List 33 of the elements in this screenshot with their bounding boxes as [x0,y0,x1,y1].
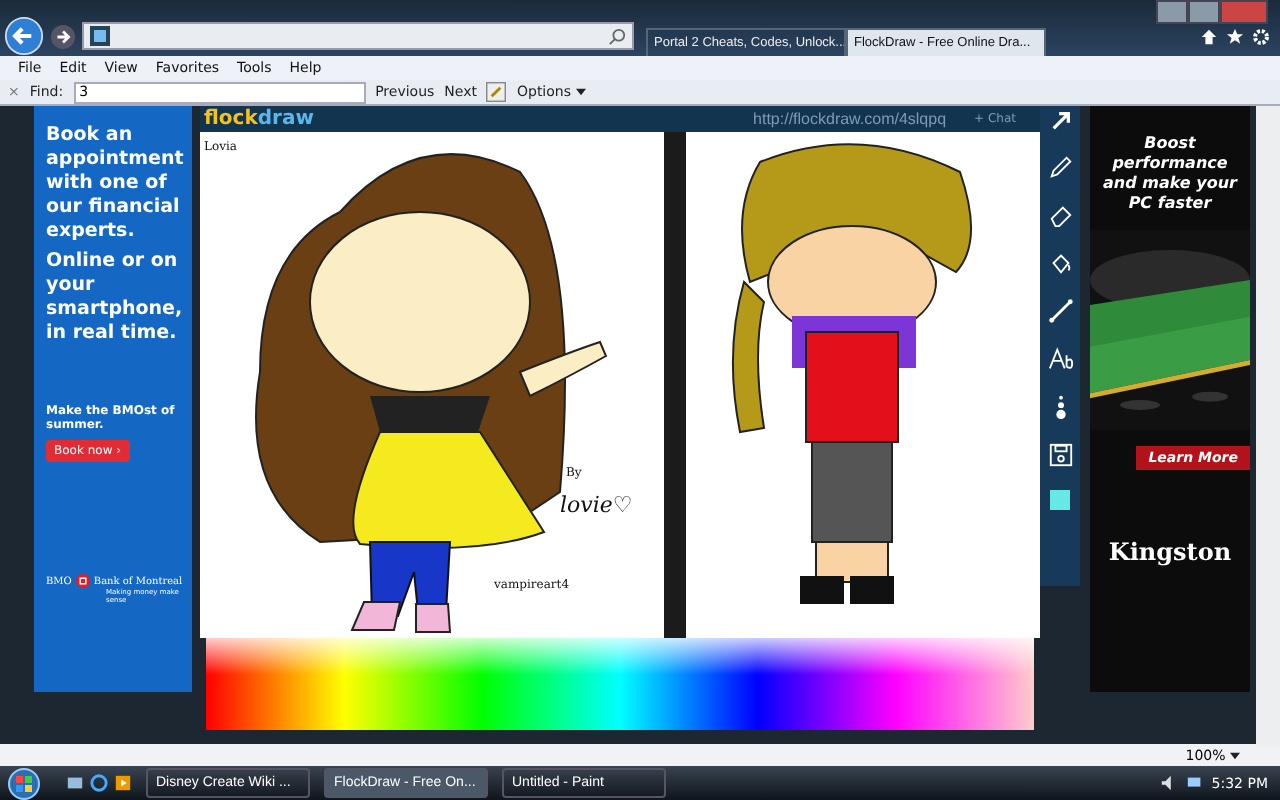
address-field[interactable] [82,22,634,50]
bank-emblem-icon [75,574,90,588]
caret-icon [575,88,586,96]
forward-icon[interactable] [50,23,76,49]
signature-text: lovie♡ [560,492,633,518]
ad-headline: Boost performance and make your PC faster [1101,132,1240,214]
line-icon[interactable] [1047,298,1073,324]
site-icon [90,26,110,46]
pencil-icon[interactable] [1047,154,1073,180]
search-icon[interactable] [608,27,626,45]
color-palette[interactable] [206,638,1034,730]
highlight-icon[interactable] [486,82,507,102]
media-icon[interactable] [114,774,132,792]
eraser-icon[interactable] [1047,202,1073,228]
current-color-swatch[interactable] [1050,490,1070,510]
settings-icon[interactable] [1252,27,1270,45]
network-icon[interactable] [1185,774,1204,792]
expand-icon[interactable] [1049,110,1071,132]
scrollbar[interactable] [1256,106,1280,746]
desktop-icon[interactable] [66,774,84,792]
bucket-icon[interactable] [1047,250,1073,276]
save-icon[interactable] [1047,442,1073,468]
room-url: http://flockdraw.com/4slqpq [753,110,947,128]
caret-icon [1230,751,1240,759]
flockdraw-logo: flockdraw [202,108,314,130]
star-icon[interactable] [1226,27,1244,45]
start-button[interactable] [8,767,40,799]
brand-logo: Kingston [1108,538,1232,566]
ad-headline: Book an appointment with one of our financial experts. [46,124,186,244]
text-tool-icon[interactable] [1047,346,1073,372]
browser-icon[interactable] [90,774,108,792]
back-icon[interactable] [4,16,44,56]
ad-subline: Online or on your smartphone, in real time. [46,250,185,346]
